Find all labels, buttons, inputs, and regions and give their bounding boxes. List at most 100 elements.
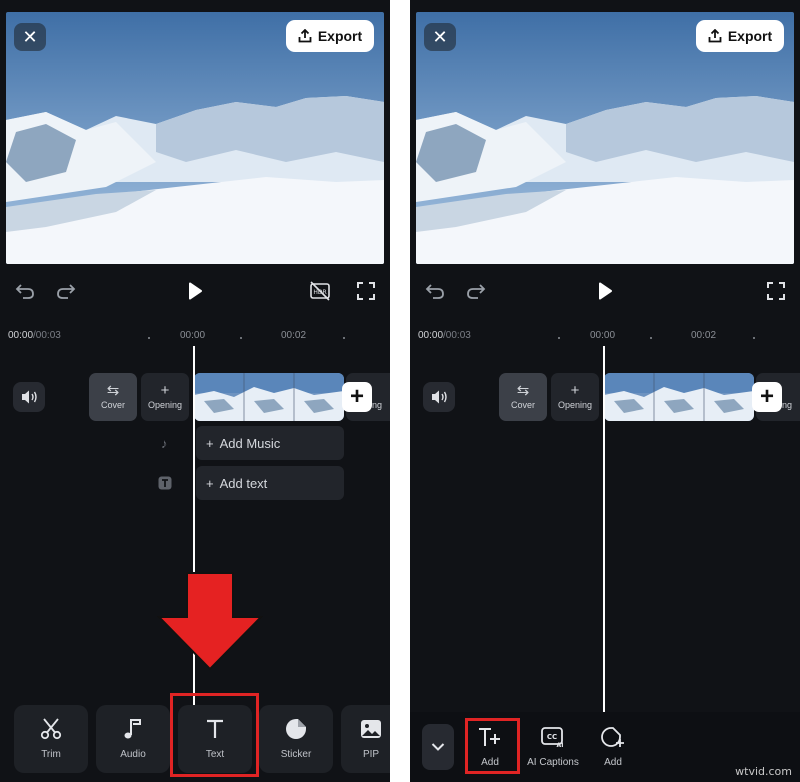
trim-tool[interactable]: Trim xyxy=(14,705,88,773)
close-icon: ✕ xyxy=(432,26,448,47)
ruler-dot xyxy=(753,337,755,339)
plus-icon: + xyxy=(206,435,214,451)
undo-icon xyxy=(15,284,34,299)
cover-label: Cover xyxy=(100,400,125,410)
undo-button[interactable] xyxy=(424,278,446,304)
plus-icon: + xyxy=(206,475,214,491)
plus-icon: + xyxy=(570,382,580,399)
export-label: Export xyxy=(317,28,363,44)
add-text-highlight xyxy=(465,718,520,774)
sticker-label: Sticker xyxy=(280,749,312,760)
add-clip-button[interactable]: + xyxy=(342,382,372,412)
clip-thumbnails xyxy=(194,373,344,421)
current-time: 00:00 xyxy=(8,330,34,341)
play-button[interactable] xyxy=(184,278,206,304)
upload-icon xyxy=(708,29,722,43)
hdr-off-icon: HDR xyxy=(310,281,330,301)
close-button[interactable]: ✕ xyxy=(14,23,46,51)
close-icon: ✕ xyxy=(22,26,38,47)
ruler-tick: 00:00 xyxy=(590,330,616,341)
ruler-dot xyxy=(240,337,242,339)
sticker-tool[interactable]: Sticker xyxy=(259,705,333,773)
plus-icon: + xyxy=(759,383,774,410)
fullscreen-button[interactable] xyxy=(355,278,377,304)
fullscreen-icon xyxy=(767,282,785,300)
redo-icon xyxy=(57,284,76,299)
pip-label: PIP xyxy=(362,749,380,760)
swap-icon: ⇆ xyxy=(516,382,530,399)
plus-icon: + xyxy=(160,382,170,399)
add-clip-button[interactable]: + xyxy=(752,382,782,412)
text-tool-highlight xyxy=(170,693,259,777)
cover-chip[interactable]: ⇆ Cover xyxy=(89,373,137,421)
total-time: /00:03 xyxy=(33,330,61,341)
hdr-off-button[interactable]: HDR xyxy=(308,278,332,304)
image-icon xyxy=(359,717,383,741)
audio-label: Audio xyxy=(120,749,146,760)
music-note-icon xyxy=(121,717,145,741)
trim-label: Trim xyxy=(41,749,61,760)
video-clip-strip[interactable] xyxy=(604,373,754,421)
export-button[interactable]: Export xyxy=(696,20,784,52)
upload-icon xyxy=(298,29,312,43)
editor-panel-left: ✕ Export HDR 00:00/00:03 00:00 00:02 ⇆ C… xyxy=(0,0,390,782)
scissors-icon xyxy=(39,717,63,741)
ruler-tick: 00:00 xyxy=(180,330,206,341)
opening-label: Opening xyxy=(557,400,593,410)
export-button[interactable]: Export xyxy=(286,20,374,52)
undo-button[interactable] xyxy=(14,278,36,304)
ruler-tick: 00:02 xyxy=(691,330,717,341)
opening-chip[interactable]: + Opening xyxy=(551,373,599,421)
add-text-label: Add text xyxy=(219,475,268,491)
ai-captions-tool[interactable]: CC AI AI Captions xyxy=(523,722,583,772)
editor-panel-right: ✕ Export 00:00/00:03 00:00 00:02 ⇆ Cover… xyxy=(410,0,800,782)
current-time: 00:00 xyxy=(418,330,444,341)
add-music-button[interactable]: + Add Music xyxy=(196,426,344,460)
ruler-dot xyxy=(558,337,560,339)
ruler-dot xyxy=(148,337,150,339)
redo-button[interactable] xyxy=(55,278,77,304)
time-readout: 00:00/00:03 xyxy=(418,330,471,341)
ruler-dot xyxy=(650,337,652,339)
svg-text:CC: CC xyxy=(547,733,557,741)
cover-label: Cover xyxy=(510,400,535,410)
pip-tool[interactable]: PIP xyxy=(341,705,390,773)
speaker-icon xyxy=(432,390,447,404)
mute-button[interactable] xyxy=(13,382,45,412)
play-icon xyxy=(599,282,612,300)
undo-icon xyxy=(425,284,444,299)
fullscreen-button[interactable] xyxy=(765,278,787,304)
clip-thumbnails xyxy=(604,373,754,421)
audio-tool[interactable]: Audio xyxy=(96,705,170,773)
ai-captions-label: AI Captions xyxy=(527,757,579,768)
chevron-down-icon xyxy=(431,743,445,751)
play-icon xyxy=(189,282,202,300)
play-button[interactable] xyxy=(594,278,616,304)
ruler-tick: 00:02 xyxy=(281,330,307,341)
export-label: Export xyxy=(727,28,773,44)
redo-button[interactable] xyxy=(465,278,487,304)
sticker-icon xyxy=(284,717,308,741)
video-clip-strip[interactable] xyxy=(194,373,344,421)
opening-label: Opening xyxy=(147,400,183,410)
collapse-button[interactable] xyxy=(422,724,454,770)
speaker-icon xyxy=(22,390,37,404)
add-sticker-label: Add xyxy=(604,757,622,768)
mute-button[interactable] xyxy=(423,382,455,412)
playhead[interactable] xyxy=(603,346,605,712)
red-arrow-indicator xyxy=(157,572,263,671)
cover-chip[interactable]: ⇆ Cover xyxy=(499,373,547,421)
close-button[interactable]: ✕ xyxy=(424,23,456,51)
watermark: wtvid.com xyxy=(735,765,792,778)
add-text-button[interactable]: + Add text xyxy=(196,466,344,500)
svg-text:AI: AI xyxy=(557,742,564,748)
total-time: /00:03 xyxy=(443,330,471,341)
add-music-label: Add Music xyxy=(219,435,281,451)
plus-icon: + xyxy=(349,383,364,410)
opening-chip[interactable]: + Opening xyxy=(141,373,189,421)
ruler-dot xyxy=(343,337,345,339)
add-sticker-tool[interactable]: Add xyxy=(585,722,641,772)
ai-captions-icon: CC AI xyxy=(540,726,566,751)
music-note-icon: ♪ xyxy=(161,436,168,451)
swap-icon: ⇆ xyxy=(106,382,120,399)
